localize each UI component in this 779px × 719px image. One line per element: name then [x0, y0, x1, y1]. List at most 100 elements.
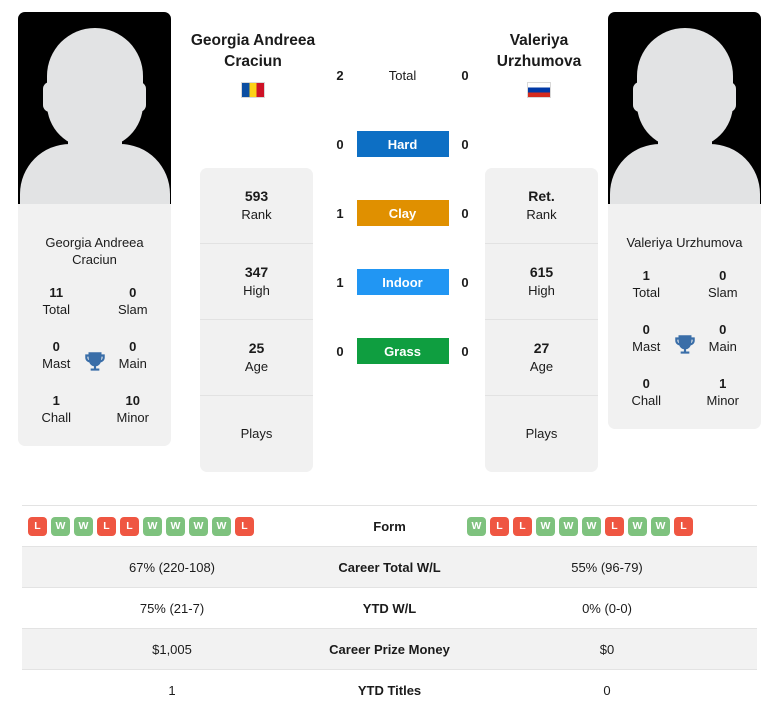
form-badge[interactable]: W: [212, 516, 231, 536]
high-value: 347: [244, 264, 269, 280]
table-row: 67% (220-108) Career Total W/L 55% (96-79): [22, 546, 757, 588]
table-row: 75% (21-7) YTD W/L 0% (0-0): [22, 587, 757, 629]
surface-row-hard: 0 Hard 0: [330, 129, 475, 159]
stat-value: 0: [129, 285, 137, 300]
cell-label-form: Form: [322, 505, 457, 547]
stat-label: Minor: [706, 393, 739, 408]
form-badge[interactable]: W: [74, 516, 93, 536]
stat-label: Total: [42, 302, 70, 317]
stat-label: Slam: [117, 302, 148, 317]
stat-minor-left: 10 Minor: [95, 392, 172, 426]
age-value: 25: [248, 340, 265, 356]
rank-box-age-right: 27 Age: [485, 320, 598, 396]
form-badge[interactable]: W: [166, 516, 185, 536]
player-card-name-right: Valeriya Urzhumova: [626, 235, 743, 250]
table-row: 1 YTD Titles 0: [22, 669, 757, 711]
rank-box-high-right: 615 High: [485, 244, 598, 320]
cell-left-ytd_titles: 1: [22, 669, 322, 711]
form-badge[interactable]: W: [143, 516, 162, 536]
surface-count-left: 0: [336, 343, 344, 359]
stat-chall-left: 1 Chall: [18, 392, 95, 426]
surface-label-hard: Hard: [356, 131, 449, 157]
surface-row-grass: 0 Grass 0: [330, 336, 475, 366]
titles-grid-right: 1 Total 0 Slam 0 Mast 0 Main 0 Chall 1 M…: [608, 261, 761, 429]
trophy-icon: [84, 352, 105, 371]
cell-right-ytd_wl: 0% (0-0): [457, 587, 757, 629]
stat-value: 0: [719, 268, 727, 283]
rank-box-plays-left: Plays: [200, 396, 313, 472]
plays-label: Plays: [525, 426, 558, 441]
stat-value: 11: [49, 285, 64, 300]
form-badge[interactable]: W: [559, 516, 578, 536]
cell-left-career_total_wl: 67% (220-108): [22, 546, 322, 588]
surface-label-clay: Clay: [356, 200, 449, 226]
cell-right-ytd_titles: 0: [457, 669, 757, 711]
stat-label: Chall: [631, 393, 662, 408]
form-badge[interactable]: W: [51, 516, 70, 536]
table-row: $1,005 Career Prize Money $0: [22, 628, 757, 670]
surface-titles-column: 2 Total 0 0 Hard 0 1 Clay 0 1 Indoor 0 0 Grass 0: [330, 60, 475, 366]
form-badge[interactable]: L: [235, 516, 254, 536]
player-card-left[interactable]: Georgia Andreea Craciun 11 Total 0 Slam …: [18, 12, 171, 446]
form-badge[interactable]: L: [674, 516, 693, 536]
plays-label: Plays: [240, 426, 273, 441]
rank-label: Rank: [526, 207, 557, 222]
stat-label: Total: [632, 285, 660, 300]
player-photo-left: [18, 12, 171, 220]
form-badge[interactable]: W: [628, 516, 647, 536]
titles-grid-left: 11 Total 0 Slam 0 Mast 0 Main 1 Chall 10…: [18, 278, 171, 446]
rank-box-current-left: 593 Rank: [200, 168, 313, 244]
surface-count-left: 1: [336, 274, 344, 290]
avatar-ear-right: [722, 82, 736, 112]
player-card-right[interactable]: Valeriya Urzhumova 1 Total 0 Slam 0 Mast…: [608, 12, 761, 429]
stat-total-right: 1 Total: [608, 267, 685, 301]
stat-value: 10: [125, 393, 140, 408]
cell-label-ytd_wl: YTD W/L: [322, 587, 457, 629]
stat-value: 1: [52, 393, 60, 408]
form-strip-right: WLLWWWLWWL: [457, 516, 757, 536]
form-badge[interactable]: L: [513, 516, 532, 536]
ranking-column-left: 593 Rank 347 High 25 Age Plays: [200, 168, 313, 472]
age-value: 27: [533, 340, 550, 356]
age-label: Age: [529, 359, 554, 374]
rank-box-plays-right: Plays: [485, 396, 598, 472]
stat-value: 0: [642, 376, 650, 391]
form-badge[interactable]: L: [28, 516, 47, 536]
rank-label: Rank: [241, 207, 272, 222]
surface-count-right: 0: [461, 274, 469, 290]
player-comparison-page: Georgia Andreea Craciun 11 Total 0 Slam …: [0, 0, 779, 719]
cell-left-ytd_wl: 75% (21-7): [22, 587, 322, 629]
stat-slam-left: 0 Slam: [95, 284, 172, 318]
surface-count-left: 2: [336, 67, 344, 83]
stat-value: 1: [719, 376, 727, 391]
form-badge[interactable]: L: [97, 516, 116, 536]
rank-box-current-right: Ret. Rank: [485, 168, 598, 244]
table-row: L W W L L W W W W L Form W L L W W W L W W L: [22, 505, 757, 547]
surface-label-grass: Grass: [356, 338, 449, 364]
surface-row-clay: 1 Clay 0: [330, 198, 475, 228]
surface-count-right: 0: [461, 136, 469, 152]
comparison-stats-table: L W W L L W W W W L Form W L L W W W L W W L 67% (220-108) Car…: [22, 505, 757, 711]
form-badge[interactable]: W: [651, 516, 670, 536]
form-badge[interactable]: L: [605, 516, 624, 536]
form-badge[interactable]: L: [120, 516, 139, 536]
surface-row-indoor: 1 Indoor 0: [330, 267, 475, 297]
rank-box-high-left: 347 High: [200, 244, 313, 320]
surface-label-indoor: Indoor: [356, 269, 449, 295]
ranking-column-right: Ret. Rank 615 High 27 Age Plays: [485, 168, 598, 472]
rank-value: Ret.: [528, 188, 555, 204]
form-badge[interactable]: L: [490, 516, 509, 536]
high-label: High: [243, 283, 270, 298]
player-card-name-left: Georgia Andreea Craciun: [45, 235, 144, 267]
avatar-ear-right: [132, 82, 146, 112]
form-badge[interactable]: W: [189, 516, 208, 536]
form-badge[interactable]: W: [536, 516, 555, 536]
form-badge[interactable]: W: [582, 516, 601, 536]
form-badge[interactable]: W: [467, 516, 486, 536]
high-value: 615: [529, 264, 554, 280]
stat-value: 1: [642, 268, 650, 283]
stat-total-left: 11 Total: [18, 284, 95, 318]
stat-label: Minor: [116, 410, 149, 425]
cell-label-ytd_titles: YTD Titles: [322, 669, 457, 711]
cell-right-form: WLLWWWLWWL: [457, 505, 757, 547]
